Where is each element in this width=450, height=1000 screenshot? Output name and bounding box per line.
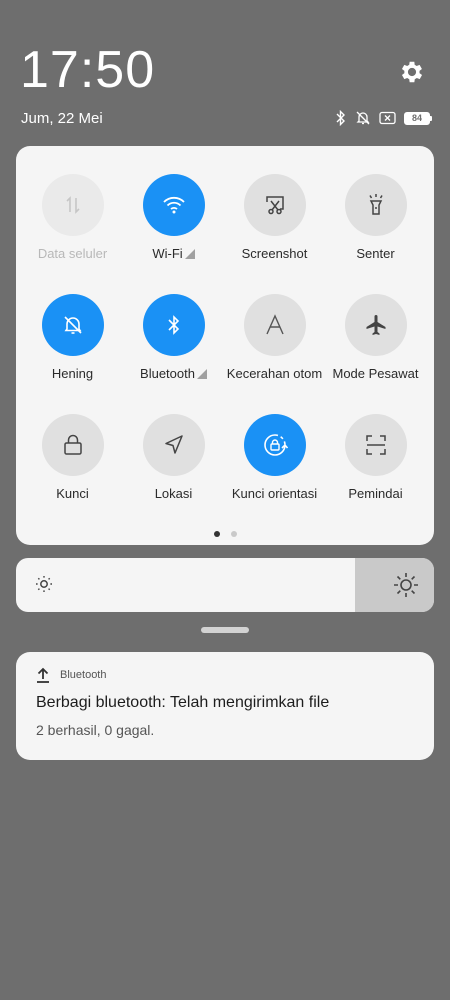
tile-label: Mode Pesawat [332,366,419,381]
tile-silent[interactable]: Hening [22,294,123,382]
tile-label: Screenshot [241,246,308,261]
tile-label: Data seluler [37,246,108,261]
tile-label: Lokasi [154,486,193,501]
location-icon [164,435,183,454]
tile-label: Hening [51,366,94,381]
tile-label: Senter [356,246,395,261]
brightness-slider[interactable] [16,558,434,612]
signal-strength-icon [196,369,207,379]
bluetooth-notification[interactable]: Bluetooth Berbagi bluetooth: Telah mengi… [16,652,434,760]
tile-auto-brightness[interactable]: Kecerahan otom [224,294,325,382]
silent-status-icon [356,111,370,125]
mobile-data-icon [65,196,80,214]
tile-location[interactable]: Lokasi [123,414,224,502]
auto-brightness-icon [265,314,284,335]
tile-screenshot[interactable]: Screenshot [224,174,325,262]
tile-label: Wi-Fi [152,246,183,261]
tile-rotation-lock[interactable]: Kunci orientasi [224,414,325,502]
tile-airplane-mode[interactable]: Mode Pesawat [325,294,426,382]
tile-label: Kunci [56,486,89,501]
silent-bell-icon [63,316,82,334]
notification-title: Berbagi bluetooth: Telah mengirimkan fil… [36,694,330,711]
signal-strength-icon [184,249,195,259]
bluetooth-icon [167,315,179,335]
lock-icon [63,434,82,455]
notification-text: 2 berhasil, 0 gagal. [36,722,155,738]
tile-wifi[interactable]: Wi-Fi [123,174,224,262]
tile-lock[interactable]: Kunci [22,414,123,502]
gear-icon[interactable] [398,58,426,86]
flashlight-icon [368,194,383,215]
no-sim-icon [379,111,396,125]
wifi-icon [162,196,185,214]
tile-label: Bluetooth [140,366,195,381]
status-date: Jum, 22 Mei [21,110,103,127]
page-indicator [16,531,434,537]
tile-mobile-data[interactable]: Data seluler [22,174,123,262]
screenshot-icon [265,196,284,215]
notification-app-name: Bluetooth [60,669,107,681]
tile-label: Pemindai [348,486,403,501]
tile-label: Kecerahan otom [226,366,323,381]
battery-level: 84 [411,113,422,123]
notification-header: Bluetooth [36,667,106,683]
quick-settings-panel: Data seluler Wi-Fi Screenshot Senter Hen… [16,146,434,545]
rotation-lock-icon [263,434,288,456]
upload-icon [37,667,49,683]
bluetooth-status-icon [336,110,345,126]
tile-label: Kunci orientasi [231,486,318,501]
clock-time: 17:50 [20,41,156,99]
page-dot[interactable] [230,531,237,537]
brightness-low-icon [36,576,52,592]
battery-icon: 84 [404,111,432,125]
tile-bluetooth[interactable]: Bluetooth [123,294,224,382]
brightness-high-icon [394,573,418,597]
status-icons: 84 [335,108,432,128]
airplane-icon [366,315,385,335]
scanner-icon [365,435,386,455]
page-dot-active[interactable] [213,531,220,537]
tile-flashlight[interactable]: Senter [325,174,426,262]
tile-scanner[interactable]: Pemindai [325,414,426,502]
panel-drag-handle[interactable] [201,627,249,633]
